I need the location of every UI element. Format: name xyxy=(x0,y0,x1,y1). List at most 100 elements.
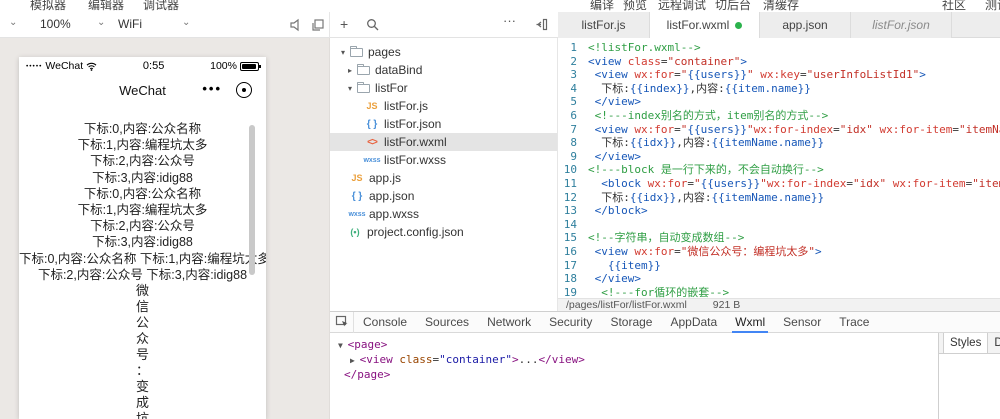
editor-tab-listFor.wxml[interactable]: listFor.wxml xyxy=(650,12,760,38)
menu-item-模拟器[interactable]: 模拟器 xyxy=(30,0,66,12)
debugger-tab-sources[interactable]: Sources xyxy=(416,312,478,333)
code-line: 6 <!---index别名的方式，item别名的方式--> xyxy=(558,109,1000,123)
sidebar-tab-styles[interactable]: Styles xyxy=(943,333,988,353)
network-select-caret-icon[interactable]: ⌄ xyxy=(182,17,190,28)
line-number: 4 xyxy=(558,82,588,96)
list-item: 下标:2,内容:公众号 下标:3,内容:idig88 xyxy=(19,267,266,283)
menu-item-调试器[interactable]: 调试器 xyxy=(143,0,179,12)
debugger-tab-sensor[interactable]: Sensor xyxy=(774,312,830,333)
editor-tab-app.json[interactable]: app.json xyxy=(760,12,851,38)
tree-item-app.json[interactable]: { }app.json xyxy=(330,187,557,205)
clock-label: 0:55 xyxy=(143,60,164,72)
tree-item-label: listFor.wxml xyxy=(384,135,447,149)
wxml-node[interactable]: </page> xyxy=(338,368,938,382)
list-item: 信 xyxy=(19,299,266,315)
menu-item-编辑器[interactable]: 编辑器 xyxy=(88,0,124,12)
search-icon[interactable] xyxy=(366,18,379,31)
link-item-测试[interactable]: 测试 xyxy=(985,0,1000,12)
vertical-char-output: 微信公众号：变成坑太 xyxy=(19,283,266,419)
tree-item-listFor.js[interactable]: JSlistFor.js xyxy=(330,97,557,115)
list-output: 下标:0,内容:公众名称下标:1,内容:编程坑太多下标:2,内容:公众号下标:3… xyxy=(19,121,266,283)
phone-scrollbar[interactable] xyxy=(249,125,255,275)
debugger-tab-wxml[interactable]: Wxml xyxy=(726,312,774,333)
tree-item-listFor.wxss[interactable]: wxsslistFor.wxss xyxy=(330,151,557,169)
add-file-icon[interactable]: + xyxy=(340,16,348,32)
debugger-tab-trace[interactable]: Trace xyxy=(830,312,878,333)
line-number: 14 xyxy=(558,218,588,232)
chevron-down-icon[interactable]: ▾ xyxy=(345,84,355,93)
list-item: 公 xyxy=(19,315,266,331)
zoom-select-caret-icon[interactable]: ⌄ xyxy=(97,17,105,28)
line-number: 13 xyxy=(558,204,588,218)
line-number: 15 xyxy=(558,231,588,245)
collapse-panel-icon[interactable] xyxy=(535,18,548,31)
list-item: 坑 xyxy=(19,411,266,419)
tree-item-pages[interactable]: ▾pages xyxy=(330,43,557,61)
tree-item-label: project.config.json xyxy=(367,225,464,239)
line-number: 5 xyxy=(558,95,588,109)
editor-tab-label: listFor.wxml xyxy=(667,18,730,32)
editor-tabbar: listFor.js listFor.wxml app.json listFor.js… xyxy=(558,12,1000,38)
chevron-down-icon[interactable]: ▾ xyxy=(338,48,348,57)
list-item: 号 xyxy=(19,347,266,363)
code-line: 8 下标:{{idx}},内容:{{itemName.name}} xyxy=(558,136,1000,150)
tree-item-dataBind[interactable]: ▸dataBind xyxy=(330,61,557,79)
debugger-tab-appdata[interactable]: AppData xyxy=(661,312,726,333)
debugger-tabs: ConsoleSourcesNetworkSecurityStorageAppD… xyxy=(354,312,878,333)
signal-dots: ••••• xyxy=(26,63,42,70)
file-tree: ▾pages▸dataBind▾listForJSlistFor.js{ }li… xyxy=(330,38,558,311)
debugger-panel: ConsoleSourcesNetworkSecurityStorageAppD… xyxy=(330,311,1000,419)
tree-item-app.js[interactable]: JSapp.js xyxy=(330,169,557,187)
network-select[interactable]: WiFi xyxy=(118,17,142,31)
wxml-node[interactable]: ▼ <page> xyxy=(338,338,938,353)
tree-item-app.wxss[interactable]: wxssapp.wxss xyxy=(330,205,557,223)
line-number: 3 xyxy=(558,68,588,82)
folder-icon xyxy=(357,66,370,75)
inspect-element-icon[interactable] xyxy=(330,312,354,333)
list-item: 变 xyxy=(19,379,266,395)
tree-item-listFor.wxml[interactable]: <>listFor.wxml xyxy=(330,133,557,151)
debugger-tab-security[interactable]: Security xyxy=(540,312,601,333)
editor-tab-listFor.json[interactable]: listFor.json xyxy=(851,12,952,38)
list-item: 下标:2,内容:公众号 xyxy=(19,153,266,169)
code-line: 12 下标:{{idx}},内容:{{itemName.name}} xyxy=(558,191,1000,205)
action-item-切后台[interactable]: 切后台 xyxy=(715,0,751,12)
action-item-远程调试[interactable]: 远程调试 xyxy=(658,0,706,12)
phone-screen[interactable]: ••••• WeChat 0:55 100% WeChat ••• 下标:0,内… xyxy=(19,57,266,419)
detach-window-icon[interactable] xyxy=(310,17,326,33)
editor-tab-listFor.js[interactable]: listFor.js xyxy=(558,12,650,38)
zoom-select[interactable]: 100% xyxy=(40,17,71,31)
more-options-icon[interactable]: ··· xyxy=(503,13,516,28)
code-line: 19 <!---for循环的嵌套--> xyxy=(558,286,1000,298)
action-item-清缓存[interactable]: 清缓存 xyxy=(763,0,799,12)
js-file-icon: JS xyxy=(362,101,382,111)
mini-program-menu-icon[interactable]: ••• xyxy=(202,81,222,96)
sidebar-tab-data[interactable]: Data xyxy=(988,333,1000,353)
list-item: 众 xyxy=(19,331,266,347)
code-editor[interactable]: 1<!listFor.wxml-->2<view class="containe… xyxy=(558,38,1000,298)
debugger-tab-storage[interactable]: Storage xyxy=(601,312,661,333)
wxml-node[interactable]: ▶ <view class="container">...</view> xyxy=(338,353,938,368)
tree-item-listFor[interactable]: ▾listFor xyxy=(330,79,557,97)
tree-item-label: listFor.json xyxy=(384,117,441,131)
action-item-预览[interactable]: 预览 xyxy=(623,0,647,12)
code-line: 15<!--字符串，自动变成数组--> xyxy=(558,231,1000,245)
debugger-tab-network[interactable]: Network xyxy=(478,312,540,333)
list-item: 下标:0,内容:公众名称 xyxy=(19,121,266,137)
editor-tab-label: app.json xyxy=(782,18,827,32)
line-number: 18 xyxy=(558,272,588,286)
line-number: 6 xyxy=(558,109,588,123)
mini-program-close-icon[interactable] xyxy=(236,82,252,98)
tree-item-listFor.json[interactable]: { }listFor.json xyxy=(330,115,557,133)
link-item-社区[interactable]: 社区 xyxy=(942,0,966,12)
tree-item-project.config.json[interactable]: (•)project.config.json xyxy=(330,223,557,241)
action-item-编译[interactable]: 编译 xyxy=(590,0,614,12)
carrier-label: WeChat xyxy=(45,60,83,72)
chevron-right-icon[interactable]: ▸ xyxy=(345,66,355,75)
device-select-caret-icon[interactable]: ⌄ xyxy=(9,17,17,28)
wxml-inspector-tree[interactable]: ▼ <page>▶ <view class="container">...</v… xyxy=(330,333,938,419)
line-number: 16 xyxy=(558,245,588,259)
debugger-tab-console[interactable]: Console xyxy=(354,312,416,333)
speaker-icon[interactable] xyxy=(288,17,304,33)
line-number: 7 xyxy=(558,123,588,137)
